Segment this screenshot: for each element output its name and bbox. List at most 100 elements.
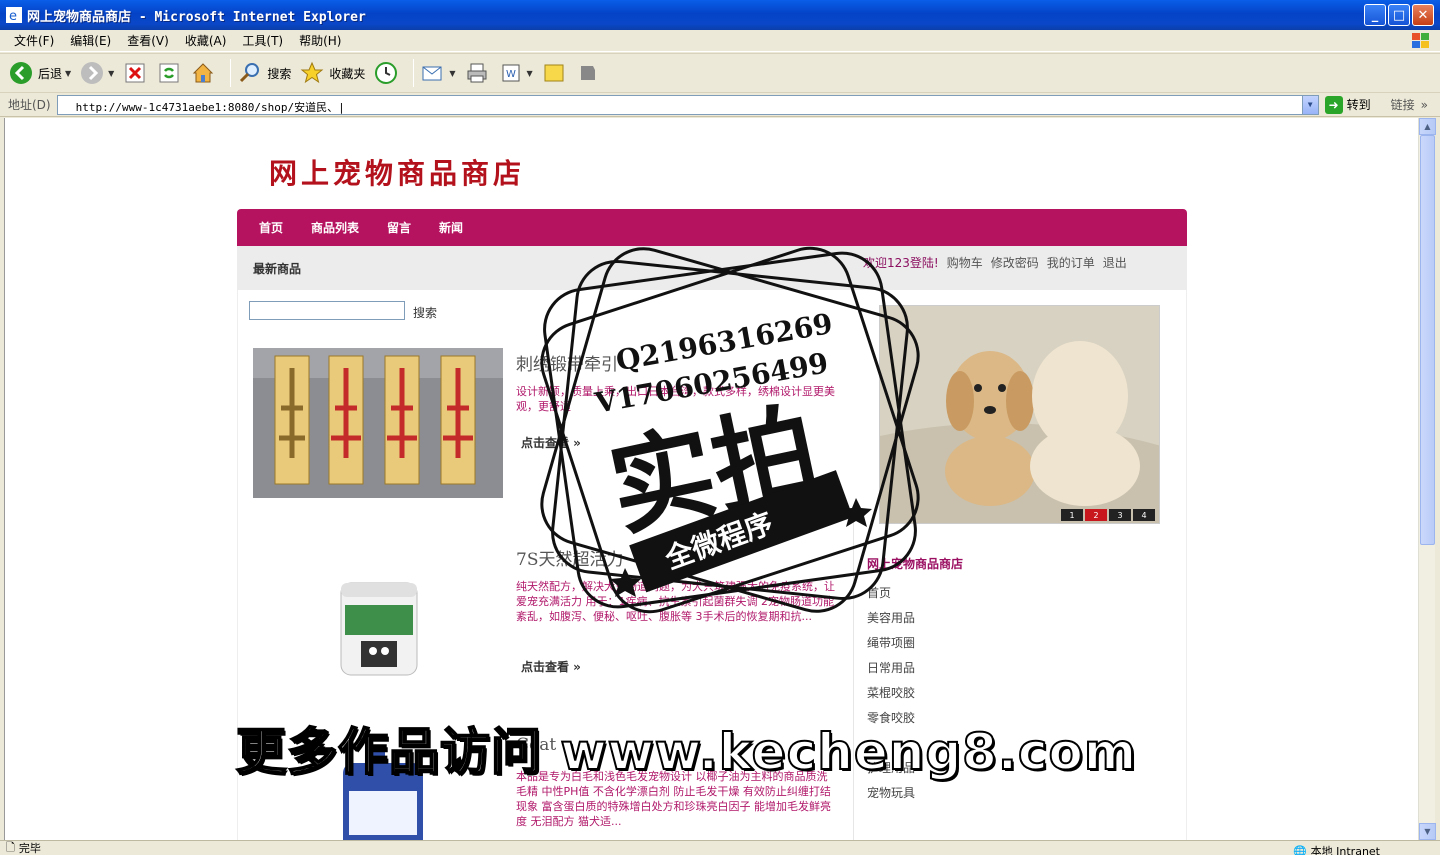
mail-dropdown-icon[interactable]: ▼ — [449, 69, 455, 78]
scroll-up-icon[interactable]: ▲ — [1419, 118, 1436, 135]
favorites-label: 收藏夹 — [329, 66, 366, 81]
maximize-button[interactable]: □ — [1388, 4, 1410, 26]
product-title[interactable]: 7S天然超活力 — [516, 545, 623, 570]
sidebar-heading: 网上宠物商品商店 — [867, 557, 964, 571]
logout-link[interactable]: 退出 — [1103, 254, 1127, 271]
category-grooming[interactable]: 美容用品 — [867, 609, 915, 634]
forward-dropdown-icon[interactable]: ▼ — [108, 69, 114, 78]
banner-page-2[interactable]: 2 — [1085, 509, 1107, 521]
zone-text: 本地 Intranet — [1310, 845, 1380, 855]
category-toys[interactable]: 宠物玩具 — [867, 784, 915, 809]
banner-slideshow[interactable]: 1 2 3 4 — [879, 305, 1160, 524]
edit-button[interactable]: W ▼ — [498, 57, 533, 89]
back-dropdown-icon[interactable]: ▼ — [65, 69, 71, 78]
menu-edit[interactable]: 编辑(E) — [62, 32, 119, 49]
product-image-shampoo[interactable] — [253, 733, 503, 840]
menu-favorites[interactable]: 收藏(A) — [177, 32, 235, 49]
product-image-supplement[interactable] — [253, 543, 503, 693]
banner-page-4[interactable]: 4 — [1133, 509, 1155, 521]
star-icon — [299, 60, 325, 86]
banner-page-3[interactable]: 3 — [1109, 509, 1131, 521]
product-title[interactable]: Coat — [516, 735, 556, 755]
title-bar: e 网上宠物商品商店 - Microsoft Internet Explorer… — [0, 0, 1440, 30]
printer-icon — [464, 60, 490, 86]
nav-home[interactable]: 首页 — [259, 219, 283, 236]
nav-guestbook[interactable]: 留言 — [387, 219, 411, 236]
mail-icon — [420, 60, 446, 86]
back-label: 后退 — [38, 66, 63, 81]
change-password-link[interactable]: 修改密码 — [991, 254, 1039, 271]
search-label: 搜索 — [267, 66, 292, 81]
category-leashes-collars[interactable]: 绳带项圈 — [867, 634, 915, 659]
refresh-button[interactable] — [156, 57, 182, 89]
go-button[interactable]: ➜ 转到 — [1324, 95, 1371, 114]
product-description: 本品是专为白毛和浅色毛发宠物设计 以椰子油为主料的商品质洗毛精 中性PH值 不含… — [516, 770, 831, 828]
category-home[interactable]: 首页 — [867, 584, 915, 609]
toolbar: 后退 ▼ ▼ 搜索 收藏夹 ▼ W ▼ — [0, 53, 1440, 93]
mail-button[interactable]: ▼ — [420, 57, 456, 89]
messenger-button[interactable] — [575, 57, 601, 89]
favorites-button[interactable]: 收藏夹 — [299, 57, 365, 89]
refresh-icon — [156, 60, 182, 86]
close-button[interactable]: ✕ — [1412, 4, 1434, 26]
svg-text:W: W — [506, 69, 516, 80]
welcome-text: 欢迎123登陆! — [863, 256, 939, 270]
scroll-thumb[interactable] — [1420, 135, 1435, 545]
back-button[interactable]: 后退 ▼ — [8, 57, 71, 89]
stop-button[interactable] — [122, 57, 148, 89]
home-icon — [190, 60, 216, 86]
address-input[interactable]: http://www-1c4731aebe1:8080/shop/安道民、| ▼ — [56, 94, 1319, 115]
links-chevron-icon[interactable]: » — [1421, 98, 1428, 112]
search-submit-button[interactable]: 搜索 — [413, 304, 437, 321]
product-search-input[interactable] — [249, 301, 405, 320]
latest-products-heading: 最新商品 — [253, 262, 302, 276]
category-chew-sticks[interactable]: 菜棍咬胶 — [867, 684, 915, 709]
product-title[interactable]: 刺绣锻带牵引 — [516, 350, 618, 375]
status-text: 完毕 — [18, 842, 41, 855]
my-orders-link[interactable]: 我的订单 — [1047, 254, 1095, 271]
status-page-icon: 🗋 — [6, 840, 15, 854]
category-daily[interactable]: 日常用品 — [867, 659, 915, 684]
banner-page-1[interactable]: 1 — [1061, 509, 1083, 521]
category-list: 首页 美容用品 绳带项圈 日常用品 菜棍咬胶 零食咬胶 护理用品 宠物玩具 — [867, 584, 915, 809]
minimize-button[interactable]: _ — [1364, 4, 1386, 26]
address-dropdown-icon[interactable]: ▼ — [1301, 95, 1318, 114]
home-button[interactable] — [190, 57, 216, 89]
forward-button[interactable]: ▼ — [79, 57, 114, 89]
view-details-link[interactable]: 点击查看 » — [521, 658, 581, 675]
menu-bar: 文件(F) 编辑(E) 查看(V) 收藏(A) 工具(T) 帮助(H) — [0, 30, 1440, 52]
vertical-scrollbar[interactable]: ▲ ▼ — [1418, 118, 1436, 840]
nav-product-list[interactable]: 商品列表 — [311, 219, 359, 236]
menu-tools[interactable]: 工具(T) — [234, 32, 291, 49]
menu-file[interactable]: 文件(F) — [6, 32, 62, 49]
stop-icon — [122, 60, 148, 86]
forward-arrow-icon — [79, 60, 105, 86]
links-button[interactable]: 链接 — [1391, 96, 1415, 113]
menu-help[interactable]: 帮助(H) — [291, 32, 349, 49]
edit-dropdown-icon[interactable]: ▼ — [527, 69, 533, 78]
page-viewport: 网上宠物商品商店 首页 商品列表 留言 新闻 最新商品 欢迎123登陆! 购物车… — [4, 118, 1418, 840]
view-details-link[interactable]: 点击查看 » — [521, 434, 581, 451]
banner-pager: 1 2 3 4 — [1061, 509, 1155, 521]
category-snack-chews[interactable]: 零食咬胶 — [867, 709, 915, 734]
search-button[interactable]: 搜索 — [237, 57, 291, 89]
banner-image-puppies — [880, 306, 1159, 523]
svg-text:e: e — [9, 9, 17, 23]
user-links: 欢迎123登陆! 购物车 修改密码 我的订单 退出 — [863, 254, 1127, 271]
discuss-button[interactable] — [541, 57, 567, 89]
menu-view[interactable]: 查看(V) — [119, 32, 177, 49]
category-hidden[interactable] — [867, 734, 915, 759]
print-button[interactable] — [464, 57, 490, 89]
category-care[interactable]: 护理用品 — [867, 759, 915, 784]
address-label: 地址(D) — [8, 98, 51, 112]
product-image-leash[interactable] — [253, 348, 503, 498]
sub-header: 最新商品 欢迎123登陆! 购物车 修改密码 我的订单 退出 — [237, 246, 1187, 290]
column-divider — [853, 518, 854, 840]
nav-news[interactable]: 新闻 — [439, 219, 463, 236]
back-arrow-icon — [8, 60, 34, 86]
window-title: 网上宠物商品商店 - Microsoft Internet Explorer — [27, 9, 366, 25]
scroll-down-icon[interactable]: ▼ — [1419, 823, 1436, 840]
cart-link[interactable]: 购物车 — [947, 254, 983, 271]
history-button[interactable] — [373, 57, 399, 89]
edit-document-icon: W — [498, 60, 524, 86]
